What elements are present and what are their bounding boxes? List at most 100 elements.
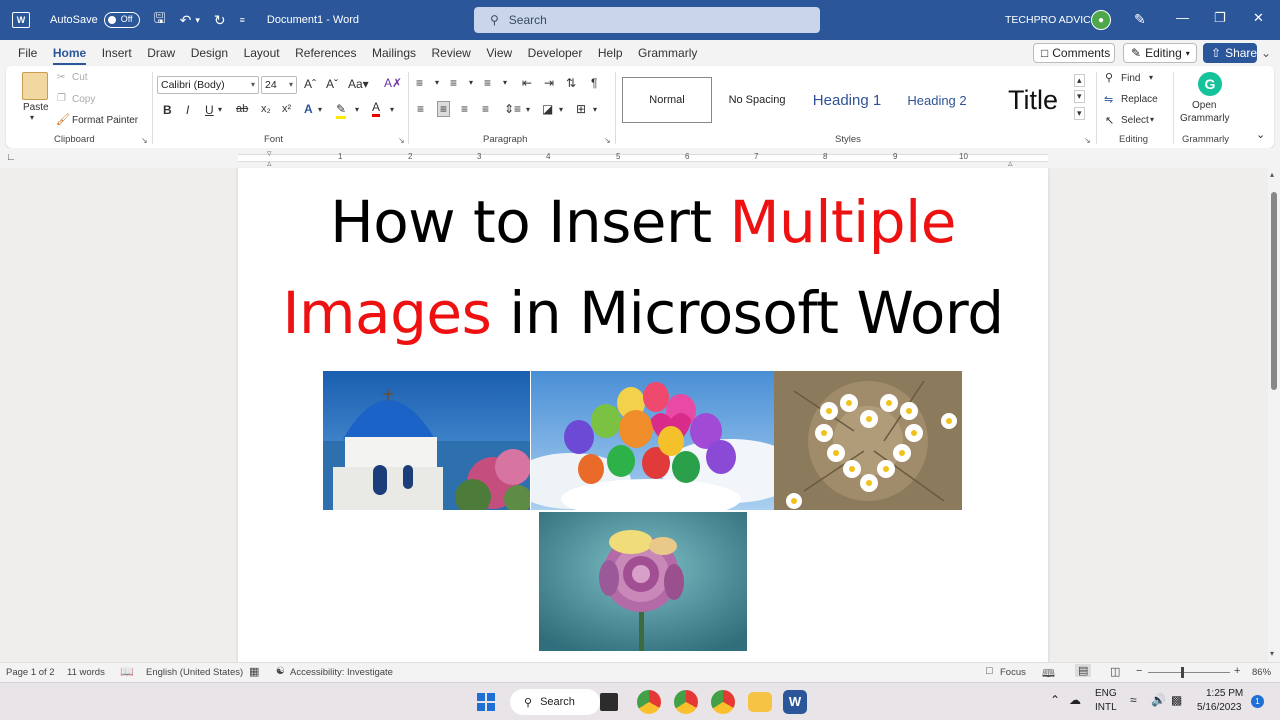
bold-icon[interactable]: B [163, 103, 172, 117]
copy-label[interactable]: Copy [72, 94, 95, 105]
file-explorer-icon[interactable] [748, 692, 772, 712]
change-case-icon[interactable]: Aa▾ [348, 77, 369, 91]
tab-design[interactable]: Design [191, 46, 228, 60]
chrome-icon[interactable] [711, 690, 735, 714]
highlight-icon[interactable]: ✎ [336, 102, 347, 119]
document-page[interactable]: How to Insert Multiple Images in Microso… [238, 168, 1048, 662]
borders-icon[interactable]: ⊞ [576, 102, 586, 116]
show-formatting-icon[interactable]: ¶ [591, 76, 597, 90]
tab-selector-icon[interactable]: ∟ [6, 152, 16, 163]
style-title[interactable]: Title [986, 77, 1080, 123]
wifi-icon[interactable]: ≈ [1130, 693, 1137, 707]
style-heading-1[interactable]: Heading 1 [802, 77, 892, 123]
notification-badge[interactable]: 1 [1251, 695, 1264, 708]
italic-icon[interactable]: I [186, 103, 189, 117]
font-size-select[interactable]: 24 ▾ [261, 76, 297, 94]
tab-help[interactable]: Help [598, 46, 623, 60]
cut-label[interactable]: Cut [72, 72, 88, 83]
undo-dropdown-icon[interactable]: ▾ [195, 15, 200, 26]
bullets-dropdown-icon[interactable]: ▾ [435, 78, 439, 87]
taskbar-search[interactable]: ⚲ Search [510, 689, 600, 715]
redo-icon[interactable]: ↻ [214, 12, 226, 29]
grow-font-icon[interactable]: Aˆ [304, 77, 316, 91]
find-dropdown-icon[interactable]: ▾ [1149, 73, 1153, 82]
paste-clipboard-icon[interactable] [22, 72, 48, 100]
align-center-icon[interactable]: ≡ [437, 101, 451, 117]
close-icon[interactable]: ✕ [1253, 10, 1264, 26]
web-layout-icon[interactable]: ◫ [1110, 665, 1120, 678]
grammarly-icon[interactable]: G [1198, 72, 1222, 96]
church-dome-image[interactable] [323, 371, 530, 510]
task-view-icon[interactable] [600, 693, 618, 711]
document-canvas[interactable]: How to Insert Multiple Images in Microso… [0, 168, 1268, 662]
numbering-dropdown-icon[interactable]: ▾ [469, 78, 473, 87]
clock-date[interactable]: 5/16/2023 [1197, 702, 1242, 713]
line-spacing-icon[interactable]: ⇕≡ [504, 102, 521, 116]
tab-file[interactable]: File [18, 46, 37, 60]
paste-dropdown-icon[interactable]: ▾ [30, 113, 34, 122]
scroll-down-icon[interactable]: ▾ [1270, 649, 1274, 658]
heading-line-2[interactable]: Images in Microsoft Word [238, 279, 1048, 347]
windows-start-icon[interactable] [477, 693, 495, 711]
underline-icon[interactable]: U [205, 103, 214, 117]
accessibility-status[interactable]: Accessibility: Investigate [290, 667, 393, 678]
zoom-level[interactable]: 86% [1252, 667, 1271, 678]
save-icon[interactable]: 🖫 [154, 8, 166, 32]
battery-icon[interactable]: ▩ [1171, 693, 1182, 707]
font-color-dropdown-icon[interactable]: ▾ [390, 105, 394, 114]
bullets-icon[interactable]: ≡ [416, 76, 423, 90]
scroll-thumb[interactable] [1271, 192, 1277, 390]
shrink-font-icon[interactable]: Aˇ [326, 77, 338, 91]
styles-scroll-down-icon[interactable]: ▾ [1074, 90, 1085, 103]
balloons-image[interactable] [531, 371, 774, 510]
chrome-icon[interactable] [637, 690, 661, 714]
open-grammarly-label[interactable]: Open [1192, 100, 1216, 111]
volume-icon[interactable]: 🔊 [1151, 693, 1166, 707]
select-button[interactable]: Select [1121, 115, 1149, 126]
paste-label[interactable]: Paste [23, 102, 49, 113]
format-painter-label[interactable]: Format Painter [72, 115, 138, 126]
zoom-slider-thumb[interactable] [1181, 667, 1184, 678]
clear-formatting-icon[interactable]: A✗ [384, 76, 402, 90]
font-color-icon[interactable]: A [372, 101, 381, 117]
align-left-icon[interactable]: ≡ [417, 102, 424, 116]
style-heading-2[interactable]: Heading 2 [894, 77, 980, 123]
select-dropdown-icon[interactable]: ▾ [1150, 115, 1154, 124]
tab-review[interactable]: Review [432, 46, 471, 60]
focus-button[interactable]: Focus [1000, 667, 1026, 678]
chevron-down-icon[interactable]: ⌄ [1261, 46, 1271, 60]
style-normal[interactable]: Normal [622, 77, 712, 123]
tab-developer[interactable]: Developer [528, 46, 583, 60]
decrease-indent-icon[interactable]: ⇤ [522, 76, 532, 90]
share-button[interactable]: ⇧ Share [1203, 43, 1257, 63]
comments-button[interactable]: □ Comments [1033, 43, 1115, 63]
zoom-slider[interactable] [1148, 672, 1230, 673]
user-avatar[interactable]: ● [1091, 10, 1111, 30]
highlight-dropdown-icon[interactable]: ▾ [355, 105, 359, 114]
language-indicator-1[interactable]: ENG [1095, 688, 1117, 699]
open-grammarly-label-2[interactable]: Grammarly [1180, 113, 1229, 124]
styles-launcher-icon[interactable]: ↘ [1084, 136, 1091, 145]
print-layout-icon[interactable]: ▤ [1075, 664, 1092, 677]
tab-references[interactable]: References [295, 46, 356, 60]
justify-icon[interactable]: ≡ [482, 102, 489, 116]
autosave-control[interactable]: AutoSave Off [50, 12, 140, 28]
tray-chevron-icon[interactable]: ⌃ [1050, 693, 1060, 707]
superscript-icon[interactable]: x² [282, 103, 291, 115]
zoom-in-icon[interactable]: + [1234, 665, 1240, 677]
multilevel-list-icon[interactable]: ≡ [484, 76, 491, 90]
proofing-icon[interactable]: 📖 [120, 665, 134, 678]
page-count[interactable]: Page 1 of 2 [6, 667, 55, 678]
word-count[interactable]: 11 words [67, 667, 105, 678]
replace-button[interactable]: Replace [1121, 94, 1158, 105]
undo-icon[interactable]: ↶ [180, 12, 192, 29]
text-effects-icon[interactable]: A [304, 102, 313, 116]
heading-line-1[interactable]: How to Insert Multiple [238, 188, 1048, 256]
shading-dropdown-icon[interactable]: ▾ [559, 105, 563, 114]
rose-image[interactable] [539, 512, 747, 651]
restore-icon[interactable]: ❐ [1214, 10, 1226, 26]
clock-time[interactable]: 1:25 PM [1206, 688, 1243, 699]
numbering-icon[interactable]: ≡ [450, 76, 457, 90]
daisy-heart-image[interactable] [774, 371, 962, 510]
align-right-icon[interactable]: ≡ [461, 102, 468, 116]
